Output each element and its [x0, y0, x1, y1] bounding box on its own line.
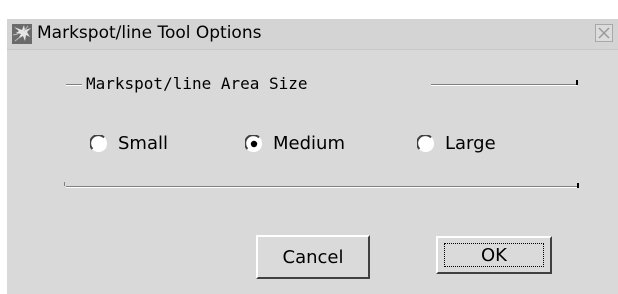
radio-unchecked-icon: [90, 135, 107, 152]
group-top-right-line: [431, 84, 577, 86]
group-right-tick-top: [576, 80, 578, 85]
radio-large-label: Large: [445, 133, 496, 154]
title-bar[interactable]: Markspot/line Tool Options: [7, 19, 618, 50]
ok-button-label: OK: [481, 244, 507, 266]
group-left-tick-bottom: [64, 182, 65, 186]
radio-unchecked-icon: [417, 135, 434, 152]
close-icon: [598, 27, 610, 39]
ok-button[interactable]: OK: [436, 236, 552, 274]
cancel-button[interactable]: Cancel: [256, 235, 370, 279]
tool-icon: [12, 24, 32, 44]
group-right-tick-bottom: [577, 183, 579, 188]
window-title: Markspot/line Tool Options: [37, 23, 262, 43]
radio-small-label: Small: [118, 133, 168, 154]
radio-checked-icon: [245, 135, 262, 152]
group-top-left-line: [66, 84, 82, 86]
group-label: Markspot/line Area Size: [86, 74, 308, 93]
close-button[interactable]: [595, 24, 613, 42]
group-bottom-line: [66, 186, 578, 188]
cancel-button-label: Cancel: [282, 246, 344, 268]
radio-medium-label: Medium: [273, 133, 345, 154]
